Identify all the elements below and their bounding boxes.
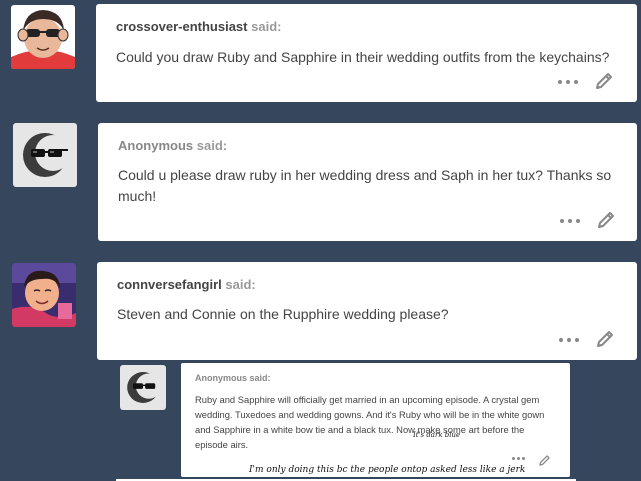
ask-card-1: crossover-enthusiast said: Could you dra… — [96, 4, 637, 102]
ask-question-text: Could you draw Ruby and Sapphire in thei… — [116, 49, 610, 65]
embedded-asker: Anonymous said: — [195, 373, 271, 383]
asker-name[interactable]: crossover-enthusiast said: — [116, 19, 281, 34]
handwritten-note-small: It's dark blue — [413, 431, 461, 439]
said-label: said: — [196, 138, 228, 153]
embedded-pencil-edit-icon — [538, 454, 551, 467]
ask-question-text: Could u please draw ruby in her wedding … — [118, 167, 612, 204]
more-options-icon[interactable] — [560, 214, 580, 228]
said-label: said: — [225, 277, 256, 292]
embedded-avatar-anonymous — [120, 365, 166, 410]
embedded-more-options-icon — [512, 454, 525, 462]
said-label: said: — [251, 19, 282, 34]
asker-username[interactable]: connversefangirl — [117, 277, 222, 292]
avatar-anonymous[interactable] — [13, 123, 77, 187]
embedded-ask-card: Anonymous said: Ruby and Sapphire will o… — [181, 363, 570, 477]
asker-name[interactable]: connversefangirl said: — [117, 277, 256, 292]
handwritten-note: I'm only doing this bc the people ontop … — [249, 465, 526, 475]
asker-name: Anonymous said: — [118, 138, 227, 153]
pencil-edit-icon[interactable] — [595, 329, 615, 349]
avatar-crossover-enthusiast[interactable] — [11, 5, 75, 69]
embedded-ask-screenshot: Anonymous said: Ruby and Sapphire will o… — [116, 362, 576, 481]
embedded-question-text: Ruby and Sapphire will officially get ma… — [195, 394, 545, 450]
pencil-edit-icon[interactable] — [594, 71, 614, 91]
ask-question-text: Steven and Connie on the Rupphire weddin… — [117, 306, 449, 322]
asker-username[interactable]: crossover-enthusiast — [116, 19, 248, 34]
ask-card-2: Anonymous said: Could u please draw ruby… — [98, 123, 637, 241]
asker-username: Anonymous — [118, 138, 194, 153]
avatar-connversefangirl[interactable] — [12, 263, 76, 327]
pencil-edit-icon[interactable] — [596, 210, 616, 230]
more-options-icon[interactable] — [558, 75, 578, 89]
more-options-icon[interactable] — [559, 333, 579, 347]
ask-card-3: connversefangirl said: Steven and Connie… — [97, 262, 637, 360]
